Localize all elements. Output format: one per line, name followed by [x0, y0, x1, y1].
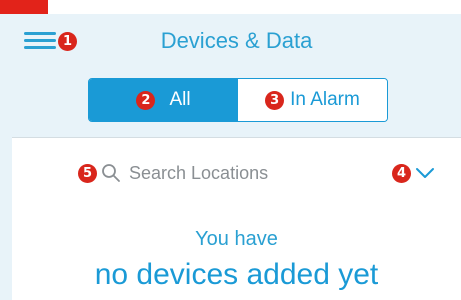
callout-badge-in-alarm: 3 [265, 90, 285, 110]
callout-badge-all: 2 [136, 90, 156, 110]
app-screen: 1 Devices & Data 2 All 3 In Alarm 5 4 Yo… [12, 14, 461, 300]
search-bar: 5 [78, 160, 349, 186]
callout-badge-dropdown: 4 [392, 163, 411, 183]
page-title: Devices & Data [160, 28, 313, 53]
filter-segmented-control: 2 All 3 In Alarm [88, 78, 388, 122]
filter-in-alarm-label: In Alarm [290, 89, 360, 110]
filter-all-tab[interactable]: 2 All [89, 79, 238, 121]
chevron-down-icon [416, 168, 434, 178]
filter-in-alarm-tab[interactable]: 3 In Alarm [238, 79, 387, 121]
frame-edge [0, 14, 12, 300]
search-input[interactable] [129, 162, 349, 184]
search-icon [102, 164, 120, 182]
location-dropdown-button[interactable]: 4 [392, 162, 435, 184]
empty-state-heading: You have [195, 228, 278, 250]
empty-state-message: no devices added yet [94, 258, 379, 291]
header: 1 Devices & Data 2 All 3 In Alarm [12, 14, 461, 138]
frame-accent [0, 0, 48, 14]
filter-all-label: All [169, 89, 191, 110]
callout-badge-search: 5 [78, 163, 97, 183]
